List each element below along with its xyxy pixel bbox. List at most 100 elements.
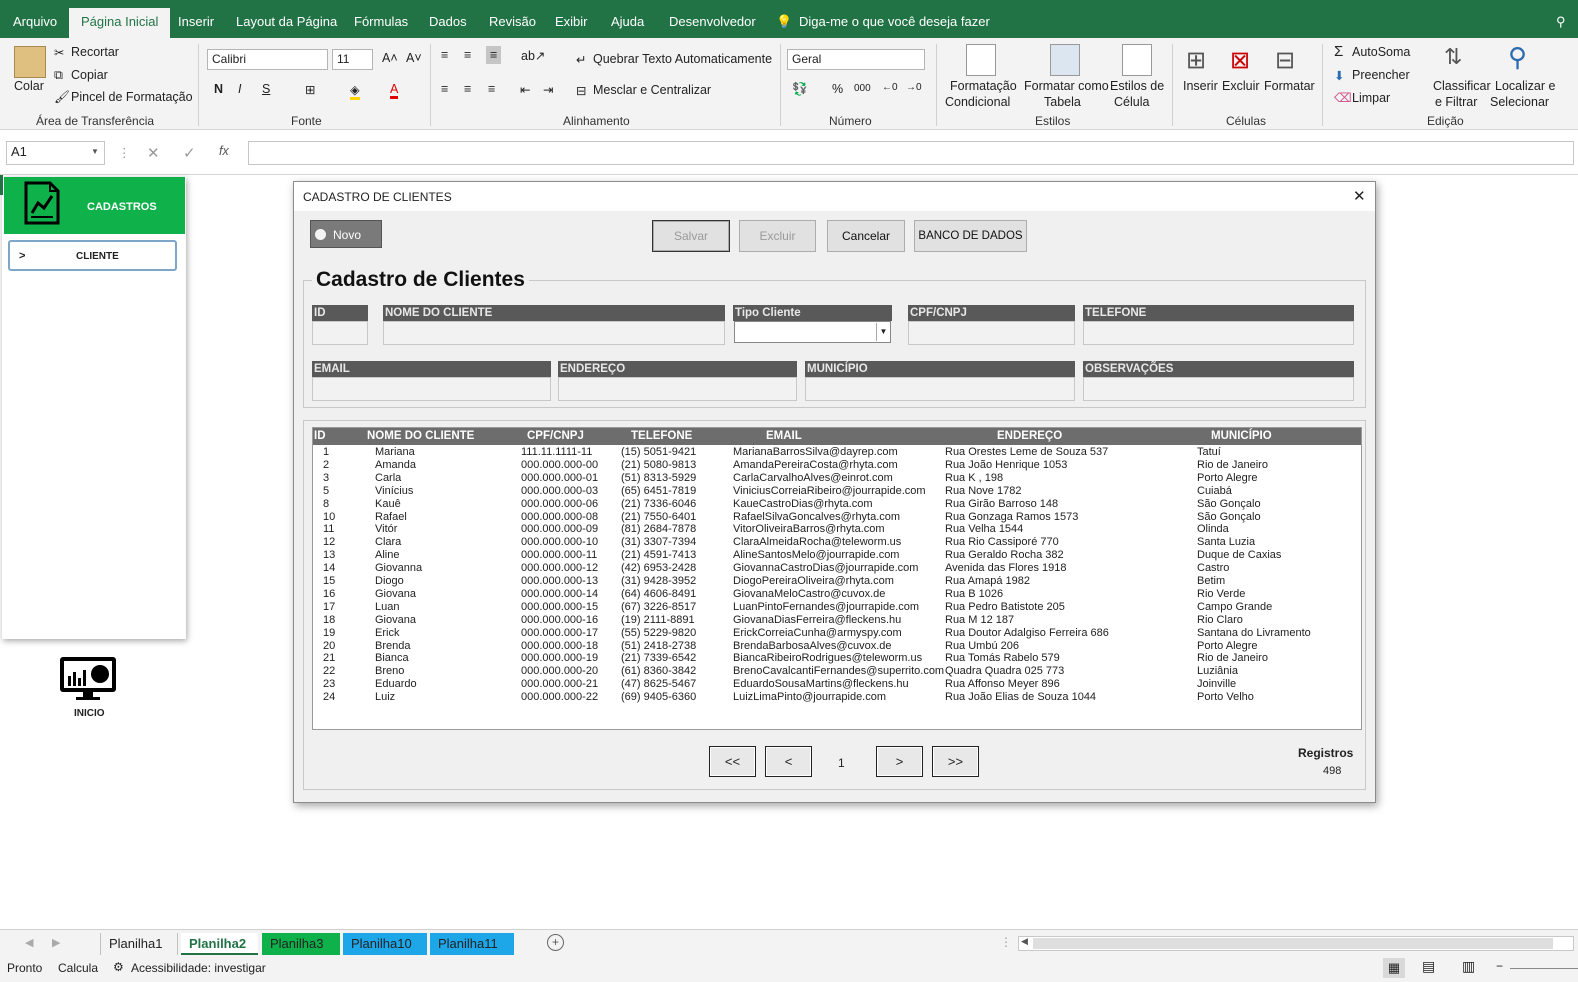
tab-desenvolvedor[interactable]: Desenvolvedor [669, 14, 756, 29]
tab-dados[interactable]: Dados [429, 14, 467, 29]
align-bottom-icon[interactable]: ≡ [486, 46, 502, 64]
user-icon[interactable]: ⚲ [1556, 14, 1566, 30]
find-select-label2[interactable]: Selecionar [1490, 95, 1549, 109]
table-row[interactable]: 24 Luiz 000.000.000-22 (69) 9405-6360 LuizLi… [313, 691, 1361, 704]
input-endereco[interactable] [558, 377, 797, 401]
tab-pagina-inicial[interactable]: Página Inicial [69, 8, 171, 38]
sheet-tab-planilha11[interactable]: Planilha11 [430, 933, 514, 955]
status-accessibility[interactable]: Acessibilidade: investigar [131, 961, 266, 975]
table-row[interactable]: 1 Mariana 111.11.1111-11 (15) 5051-9421 Mari… [313, 446, 1361, 459]
underline-button[interactable]: S [262, 82, 270, 96]
zoom-out-icon[interactable]: − [1496, 959, 1503, 973]
borders-icon[interactable]: ⊞ [305, 82, 315, 97]
prev-page-button[interactable]: < [765, 746, 812, 777]
cadastros-header[interactable]: CADASTROS [4, 177, 185, 234]
banco-de-dados-button[interactable]: BANCO DE DADOS [914, 220, 1027, 252]
tab-ajuda[interactable]: Ajuda [611, 14, 644, 29]
input-id[interactable] [312, 321, 368, 345]
sidebar-item-cliente[interactable]: > CLIENTE [8, 240, 177, 271]
conditional-format-button[interactable]: Formatação [950, 79, 1017, 93]
align-left-icon[interactable]: ≡ [441, 82, 448, 96]
conditional-format-label2[interactable]: Condicional [945, 95, 1010, 109]
grow-font-icon[interactable]: A˄ [382, 51, 398, 65]
cancel-entry-icon[interactable]: ✕ [147, 144, 160, 162]
wrap-text-button[interactable]: Quebrar Texto Automaticamente [593, 52, 772, 66]
decrease-indent-icon[interactable]: ⇤ [520, 82, 530, 97]
clear-button[interactable]: Limpar [1352, 91, 1390, 105]
table-row[interactable]: 22 Breno 000.000.000-20 (61) 8360-3842 Breno… [313, 665, 1361, 678]
next-page-button[interactable]: > [876, 746, 923, 777]
percent-button[interactable]: % [832, 82, 843, 96]
fill-button[interactable]: Preencher [1352, 68, 1410, 82]
cell-styles-label2[interactable]: Célula [1114, 95, 1149, 109]
table-row[interactable]: 12 Clara 000.000.000-10 (31) 3307-7394 Clara… [313, 536, 1361, 549]
bold-button[interactable]: N [214, 82, 223, 96]
format-cells-button[interactable]: Formatar [1264, 79, 1315, 93]
tab-formulas[interactable]: Fórmulas [354, 14, 408, 29]
tell-me-search[interactable]: Diga-me o que você deseja fazer [799, 14, 990, 29]
table-row[interactable]: 10 Rafael 000.000.000-08 (21) 7550-6401 Rafa… [313, 511, 1361, 524]
tab-inserir[interactable]: Inserir [178, 14, 214, 29]
confirm-entry-icon[interactable]: ✓ [183, 144, 196, 162]
shrink-font-icon[interactable]: A˅ [406, 51, 422, 65]
copy-button[interactable]: Copiar [71, 68, 108, 82]
align-center-icon[interactable]: ≡ [464, 82, 471, 96]
format-as-table-button[interactable]: Formatar como [1024, 79, 1109, 93]
align-right-icon[interactable]: ≡ [488, 82, 495, 96]
zoom-slider[interactable] [1510, 968, 1578, 969]
add-sheet-icon[interactable]: + [547, 934, 564, 951]
currency-icon[interactable]: 💱 [792, 82, 808, 97]
orientation-icon[interactable]: ab↗ [521, 48, 545, 63]
format-painter-button[interactable]: Pincel de Formatação [71, 90, 193, 104]
formula-input[interactable] [248, 141, 1574, 165]
table-row[interactable]: 17 Luan 000.000.000-15 (67) 3226-8517 LuanPi… [313, 601, 1361, 614]
sheet-tab-planilha3[interactable]: Planilha3 [262, 933, 340, 955]
scroll-left-icon[interactable]: ◀ [25, 936, 33, 949]
table-row[interactable]: 19 Erick 000.000.000-17 (55) 5229-9820 Erick… [313, 627, 1361, 640]
table-row[interactable]: 23 Eduardo 000.000.000-21 (47) 8625-5467 Edu… [313, 678, 1361, 691]
tab-revisao[interactable]: Revisão [489, 14, 536, 29]
table-row[interactable]: 15 Diogo 000.000.000-13 (31) 9428-3952 Diogo… [313, 575, 1361, 588]
table-row[interactable]: 20 Brenda 000.000.000-18 (51) 2418-2738 Bren… [313, 640, 1361, 653]
autosum-button[interactable]: AutoSoma [1352, 45, 1410, 59]
scrollbar-thumb[interactable] [1033, 938, 1553, 949]
table-row[interactable]: 13 Aline 000.000.000-11 (21) 4591-7413 Aline… [313, 549, 1361, 562]
horizontal-scrollbar[interactable]: ◀ [1018, 936, 1574, 951]
font-size-select[interactable]: 11 [332, 49, 373, 70]
table-row[interactable]: 11 Vitór 000.000.000-09 (81) 2684-7878 Vitor… [313, 523, 1361, 536]
font-color-icon[interactable]: A [390, 82, 399, 99]
delete-cells-button[interactable]: Excluir [1222, 79, 1260, 93]
number-format-select[interactable]: Geral [787, 49, 925, 70]
find-select-button[interactable]: Localizar e [1495, 79, 1555, 93]
align-middle-icon[interactable]: ≡ [464, 48, 471, 62]
first-page-button[interactable]: << [709, 746, 756, 777]
cell-styles-button[interactable]: Estilos de [1110, 79, 1164, 93]
increase-decimal-icon[interactable]: ←0 [882, 82, 898, 93]
insert-function-button[interactable]: fx [219, 144, 229, 158]
scroll-left-arrow-icon[interactable]: ◀ [1021, 936, 1028, 947]
page-layout-icon[interactable]: ▤ [1422, 958, 1435, 975]
sort-filter-label2[interactable]: e Filtrar [1435, 95, 1477, 109]
thousands-button[interactable]: 000 [854, 83, 871, 94]
tab-arquivo[interactable]: Arquivo [13, 14, 57, 29]
table-row[interactable]: 18 Giovana 000.000.000-16 (19) 2111-8891 Gio… [313, 614, 1361, 627]
scroll-right-icon[interactable]: ▶ [52, 936, 60, 949]
tab-layout[interactable]: Layout da Página [236, 14, 337, 29]
tab-exibir[interactable]: Exibir [555, 14, 588, 29]
select-tipo-cliente[interactable]: ▼ [734, 321, 891, 343]
input-municipio[interactable] [805, 377, 1075, 401]
table-row[interactable]: 5 Vinícius 000.000.000-03 (65) 6451-7819 Vin… [313, 485, 1361, 498]
font-name-select[interactable]: Calibri [207, 49, 328, 70]
client-listbox[interactable]: ID NOME DO CLIENTE CPF/CNPJ TELEFONE EMA… [312, 427, 1362, 730]
sheet-tab-planilha1[interactable]: Planilha1 [100, 933, 178, 955]
table-row[interactable]: 3 Carla 000.000.000-01 (51) 8313-5929 CarlaC… [313, 472, 1361, 485]
sort-filter-button[interactable]: Classificar [1433, 79, 1491, 93]
input-email[interactable] [312, 377, 551, 401]
sheet-tab-planilha2[interactable]: Planilha2 [181, 933, 258, 955]
table-row[interactable]: 16 Giovana 000.000.000-14 (64) 4606-8491 Gio… [313, 588, 1361, 601]
inicio-button[interactable]: INICIO [58, 656, 118, 719]
align-top-icon[interactable]: ≡ [441, 48, 448, 62]
excluir-button[interactable]: Excluir [739, 220, 816, 252]
sheet-tab-planilha10[interactable]: Planilha10 [343, 933, 427, 955]
input-nome[interactable] [383, 321, 725, 345]
